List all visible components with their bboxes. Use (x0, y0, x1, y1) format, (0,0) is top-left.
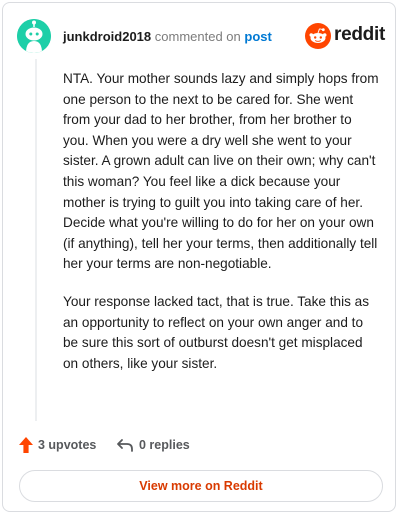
upvote-arrow-icon (19, 437, 33, 453)
comment-paragraph: NTA. Your mother sounds lazy and simply … (63, 71, 379, 272)
snoo-avatar-icon[interactable] (17, 19, 51, 53)
view-more-button[interactable]: View more on Reddit (19, 470, 383, 502)
comment-embed-card: junkdroid2018 commented on post reddit N… (2, 2, 396, 512)
comment-actions: 3 upvotes 0 replies (19, 435, 379, 455)
comment-paragraph: Your response lacked tact, that is true.… (63, 293, 370, 371)
upvote-count: 3 upvotes (38, 438, 97, 452)
comment-body: NTA. Your mother sounds lazy and simply … (63, 69, 381, 391)
reddit-brand[interactable]: reddit (305, 23, 385, 49)
author-line: junkdroid2018 commented on post (63, 29, 272, 44)
replies-button[interactable]: 0 replies (116, 435, 190, 455)
reddit-wordmark: reddit (334, 24, 385, 45)
author-username[interactable]: junkdroid2018 (63, 29, 151, 44)
reply-count: 0 replies (139, 438, 190, 452)
post-link[interactable]: post (244, 29, 271, 44)
comment-header: junkdroid2018 commented on post reddit (17, 19, 385, 55)
commented-on-text: commented on (154, 29, 241, 44)
reddit-logo-icon (305, 23, 331, 49)
thread-line (35, 59, 37, 421)
reply-arrow-icon (117, 439, 133, 452)
upvote-button[interactable]: 3 upvotes (19, 435, 96, 455)
